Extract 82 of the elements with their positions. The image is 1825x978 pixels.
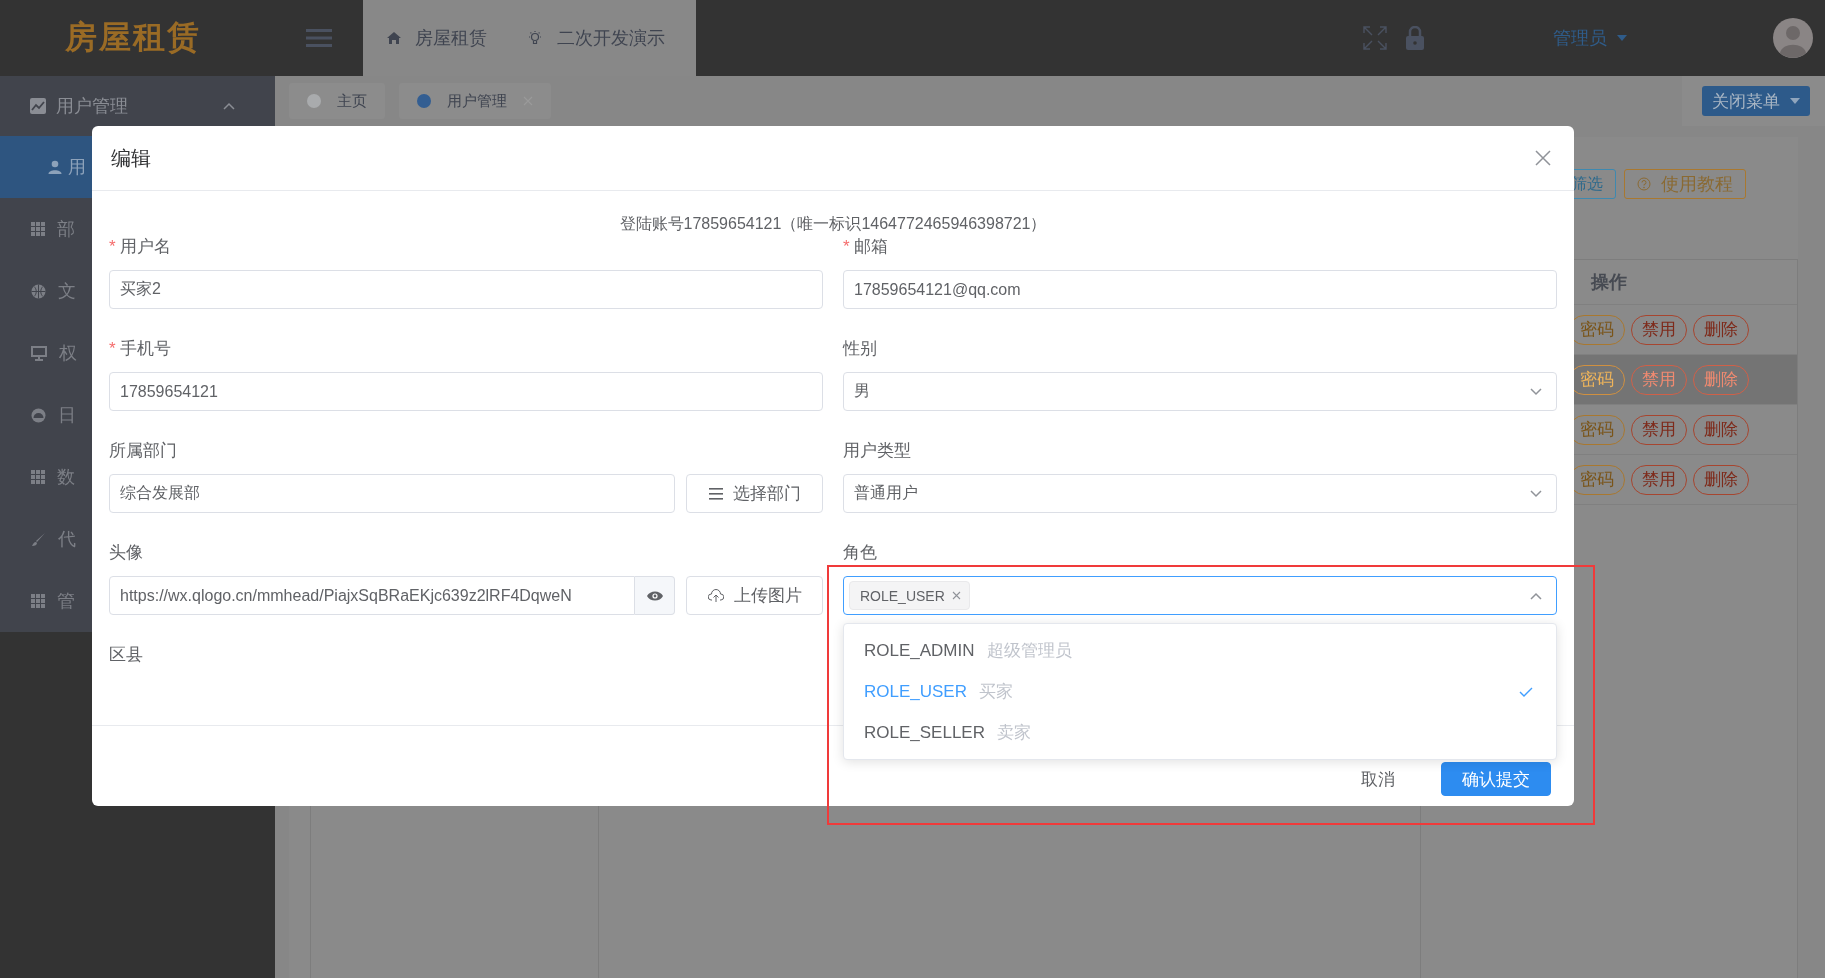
input-field[interactable]: 买家2	[109, 270, 823, 309]
input-field[interactable]: https://wx.qlogo.cn/mmhead/PiajxSqBRaEKjc639z2lRF4DqweN	[109, 576, 635, 615]
lock-icon[interactable]	[1405, 26, 1425, 50]
required-mark: *	[843, 236, 850, 258]
grid-icon	[31, 594, 45, 608]
select-department-button[interactable]: 选择部门	[686, 474, 823, 513]
chevron-down-icon	[1530, 387, 1542, 396]
sidebar-group[interactable]: 用户管理	[0, 76, 275, 136]
select-field[interactable]: 普通用户	[843, 474, 1557, 513]
status-dot	[417, 94, 431, 108]
select-field[interactable]: 男	[843, 372, 1557, 411]
account-info: 登陆账号17859654121（唯一标识1464772465946398721）	[618, 214, 1048, 234]
chart-icon	[30, 98, 46, 114]
field-label: 所属部门	[109, 440, 177, 462]
monitor-icon	[31, 345, 47, 361]
menu-icon[interactable]	[306, 28, 332, 48]
sidebar-item[interactable]: 部	[57, 217, 75, 241]
grid-icon	[31, 222, 45, 236]
avatar-icon[interactable]	[1773, 18, 1813, 58]
cancel-button[interactable]: 取消	[1341, 762, 1415, 796]
field-label: 邮箱	[853, 236, 888, 258]
dropdown-option[interactable]: ROLE_USER 买家	[844, 671, 1556, 712]
page-tab[interactable]: 主页	[289, 83, 385, 119]
close-icon[interactable]	[1535, 150, 1551, 166]
tutorial-button[interactable]: 使用教程	[1624, 169, 1746, 199]
lightbulb-icon	[527, 30, 543, 46]
caret-icon	[1617, 35, 1627, 41]
page-tab[interactable]: 用户管理	[399, 83, 551, 119]
item-label: 用	[68, 156, 86, 179]
field-label: 用户名	[119, 236, 171, 258]
home-icon	[387, 31, 401, 45]
brush-icon	[31, 531, 46, 547]
field-label: 用户类型	[843, 440, 911, 462]
input-field[interactable]: 17859654121@qq.com	[843, 270, 1557, 309]
fullscreen-icon[interactable]	[1363, 26, 1387, 50]
sidebar-item[interactable]: 管	[57, 589, 75, 613]
sidebar-item[interactable]: 日	[58, 403, 76, 427]
field-label: 性别	[843, 338, 877, 360]
preview-button[interactable]	[635, 576, 675, 615]
caret-icon	[1790, 98, 1800, 104]
eye-icon	[646, 589, 663, 602]
group-label: 用户管理	[56, 95, 129, 118]
sidebar-item[interactable]: 文	[58, 279, 76, 303]
nav-tab[interactable]: 二次开发演示	[527, 26, 665, 50]
chevron-down-icon	[1530, 489, 1542, 498]
field-label: 头像	[109, 542, 143, 564]
sidebar-item[interactable]: 权	[59, 341, 77, 365]
option-description: 超级管理员	[986, 640, 1073, 662]
chevron-up-icon	[1530, 591, 1542, 600]
nav-tab[interactable]: 房屋租赁	[387, 26, 487, 50]
required-mark: *	[109, 236, 116, 258]
sidebar-item[interactable]: 代	[58, 527, 76, 551]
sidebar-item[interactable]: 数	[57, 465, 75, 489]
upload-button[interactable]: 上传图片	[686, 576, 823, 615]
option-description: 买家	[979, 681, 1014, 703]
ball-icon	[31, 283, 46, 299]
help-icon	[1637, 177, 1651, 191]
role-tag[interactable]: ROLE_USER	[849, 581, 970, 610]
app-logo: 房屋租赁	[63, 18, 202, 57]
input-field[interactable]: 17859654121	[109, 372, 823, 411]
user-icon	[48, 160, 62, 174]
user-menu[interactable]: 管理员	[1553, 26, 1737, 50]
field-label: 区县	[109, 644, 143, 666]
status-dot	[307, 94, 321, 108]
option-description: 卖家	[996, 722, 1032, 744]
chevron-up-icon	[223, 102, 235, 110]
dropdown-option[interactable]: ROLE_SELLER 卖家	[844, 712, 1556, 753]
field-label: 角色	[843, 542, 877, 564]
gauge-icon	[31, 407, 46, 423]
dialog-title: 编辑	[111, 145, 151, 171]
submit-button[interactable]: 确认提交	[1441, 762, 1551, 796]
list-icon	[708, 487, 723, 500]
dropdown-option[interactable]: ROLE_ADMIN 超级管理员	[844, 630, 1556, 671]
close-icon[interactable]	[951, 591, 961, 600]
close-menu-button[interactable]: 关闭菜单	[1702, 86, 1810, 116]
field-label: 手机号	[119, 338, 171, 360]
input-field[interactable]: 综合发展部	[109, 474, 675, 513]
grid-icon	[31, 470, 45, 484]
required-mark: *	[109, 338, 116, 360]
check-icon	[1519, 686, 1533, 697]
cloud-upload-icon	[707, 588, 724, 603]
multi-select-field[interactable]: ROLE_USER	[843, 576, 1557, 615]
